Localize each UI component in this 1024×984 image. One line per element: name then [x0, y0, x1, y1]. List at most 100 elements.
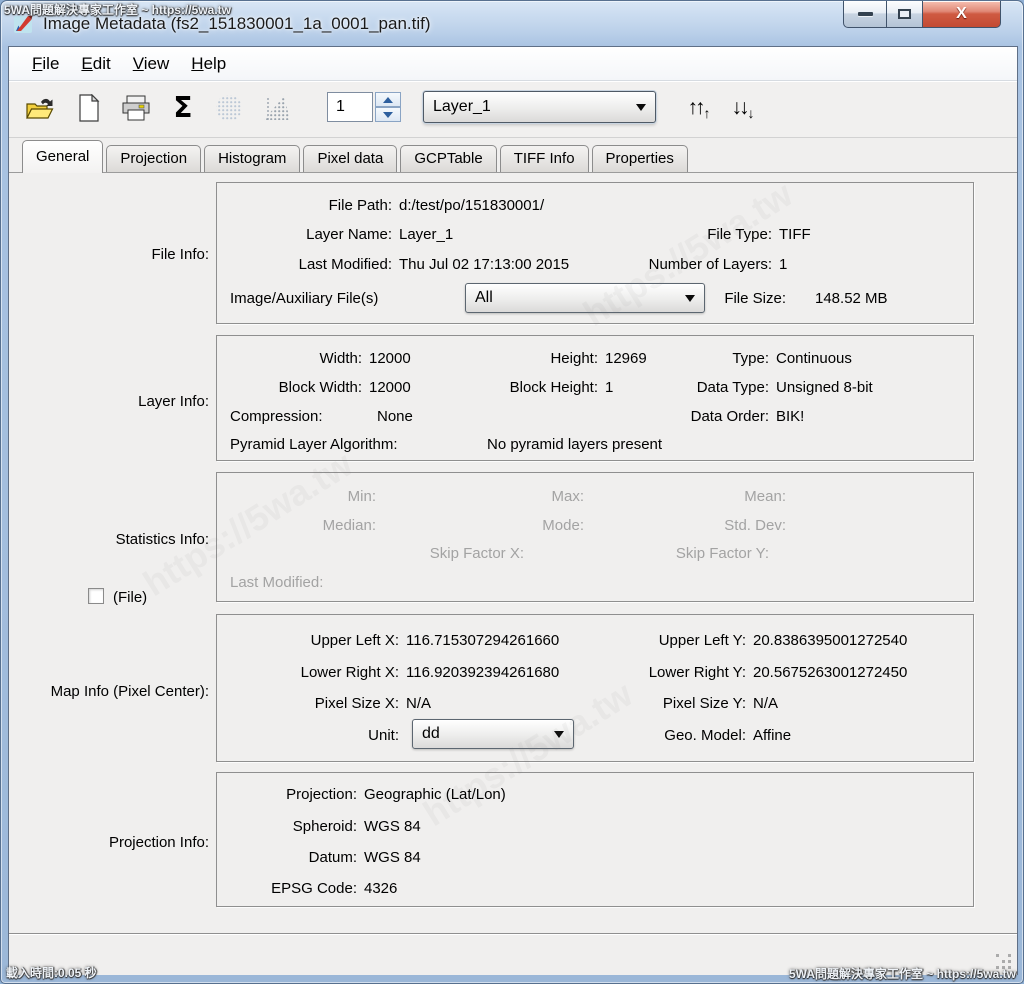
menu-bar: File Edit View Help: [9, 47, 1017, 81]
type-row: Type: Continuous: [732, 350, 852, 367]
pixel-size-y-row: Pixel Size Y: N/A: [662, 695, 779, 712]
spheroid-value: WGS 84: [364, 818, 421, 835]
layer-info-panel: Width: 12000 Height: 12969 Type: Continu…: [216, 335, 974, 461]
file-type-row: File Type: TIFF: [707, 226, 811, 243]
tab-histogram[interactable]: Histogram: [204, 145, 301, 172]
compression-label: Compression:: [230, 408, 323, 425]
aux-files-select[interactable]: All: [465, 283, 705, 313]
lower-right-x-value: 116.920392394261680: [406, 664, 560, 681]
geo-model-value: Affine: [753, 727, 792, 744]
upper-left-x-row: Upper Left X: 116.715307294261660: [310, 632, 560, 649]
layer-select[interactable]: Layer_1: [423, 91, 656, 123]
upper-left-y-row: Upper Left Y: 20.8386395001272540: [658, 632, 908, 649]
file-info-label: File Info:: [151, 246, 209, 263]
layer-select-value: Layer_1: [433, 98, 491, 115]
print-button[interactable]: [119, 93, 153, 123]
arrows-down-icon: ↓↓↓: [731, 95, 755, 121]
data-type-value: Unsigned 8-bit: [776, 379, 873, 396]
watermark-load-time: 載入時間:0.05 秒: [6, 966, 97, 980]
document-icon: [79, 94, 100, 122]
pyramid-label: Pyramid Layer Algorithm:: [230, 436, 398, 453]
chevron-down-icon: [636, 104, 646, 111]
layer-number-stepper: [375, 92, 401, 122]
layer-name-value: Layer_1: [399, 226, 454, 243]
width-row: Width: 12000: [319, 350, 411, 367]
spin-down-button[interactable]: [375, 107, 401, 122]
pixel-size-x-row: Pixel Size X: N/A: [314, 695, 432, 712]
maximize-icon: [898, 9, 911, 19]
caption-buttons: X: [843, 1, 1001, 28]
projection-value: Geographic (Lat/Lon): [364, 786, 506, 803]
tab-projection[interactable]: Projection: [106, 145, 202, 172]
upper-left-y-value: 20.8386395001272540: [753, 632, 908, 649]
projection-row: Projection: Geographic (Lat/Lon): [286, 786, 506, 803]
chevron-down-icon: [554, 731, 564, 738]
statistics-info-label: Statistics Info:: [115, 531, 209, 548]
datum-value: WGS 84: [364, 849, 421, 866]
tab-general[interactable]: General: [22, 140, 104, 173]
layer-number-input[interactable]: 1: [327, 92, 373, 122]
file-path-value: d:/test/po/151830001/: [399, 197, 545, 214]
data-type-row: Data Type: Unsigned 8-bit: [696, 379, 873, 396]
tab-strip: General Projection Histogram Pixel data …: [9, 139, 1017, 173]
sigma-icon: Σ: [173, 91, 193, 124]
compute-statistics-button[interactable]: Σ: [169, 92, 197, 124]
layer-name-row: Layer Name: Layer_1: [306, 226, 454, 243]
general-tab-pane: https://5wa.tw https://5wa.tw https://5w…: [9, 172, 1017, 932]
mode-row: Mode:: [542, 517, 584, 534]
menu-file[interactable]: File: [21, 52, 70, 76]
compression-value: None: [377, 408, 413, 425]
dotted-pyramid-icon: [264, 96, 290, 120]
spheroid-row: Spheroid: WGS 84: [292, 818, 421, 835]
menu-edit[interactable]: Edit: [70, 52, 121, 76]
median-row: Median:: [322, 517, 376, 534]
statistics-info-panel: Min: Max: Mean: Median: Mode: Std. Dev:: [216, 472, 974, 602]
histogram-button-disabled[interactable]: [213, 92, 245, 124]
height-value: 12969: [605, 350, 647, 367]
projection-info-label: Projection Info:: [108, 834, 209, 851]
tab-pixel-data[interactable]: Pixel data: [303, 145, 398, 172]
geo-model-row: Geo. Model: Affine: [664, 727, 792, 744]
close-icon: X: [956, 5, 967, 22]
arrows-up-icon: ↑↑↑: [687, 95, 711, 121]
aux-files-value: All: [475, 289, 493, 306]
dotted-sphere-icon: [216, 95, 242, 121]
printer-icon: [122, 95, 150, 120]
file-type-value: TIFF: [779, 226, 811, 243]
map-info-label: Map Info (Pixel Center):: [50, 683, 209, 700]
height-row: Height: 12969: [550, 350, 647, 367]
data-order-row: Data Order: BIK!: [690, 408, 805, 425]
menu-view[interactable]: View: [122, 52, 181, 76]
projection-info-panel: Projection: Geographic (Lat/Lon) Spheroi…: [216, 772, 974, 907]
pyramid-layers-button-disabled[interactable]: [261, 93, 293, 123]
chevron-down-icon: [685, 295, 695, 302]
block-width-value: 12000: [369, 379, 411, 396]
stats-last-modified-label: Last Modified:: [230, 574, 324, 591]
mean-row: Mean:: [744, 488, 786, 505]
window-frame: Image Metadata (fs2_151830001_1a_0001_pa…: [0, 0, 1024, 984]
unit-select[interactable]: dd: [412, 719, 574, 749]
move-layer-down-button[interactable]: ↓↓↓: [721, 90, 761, 124]
minimize-icon: [857, 12, 873, 16]
open-file-button[interactable]: [23, 94, 57, 124]
lower-right-y-row: Lower Right Y: 20.5675263001272450: [648, 664, 908, 681]
close-button[interactable]: X: [923, 1, 1001, 28]
file-checkbox-label: (File): [113, 589, 148, 606]
spin-up-button[interactable]: [375, 92, 401, 107]
menu-help[interactable]: Help: [180, 52, 237, 76]
minimize-button[interactable]: [843, 1, 887, 28]
number-of-layers-value: 1: [779, 256, 788, 273]
aux-files-label: Image/Auxiliary File(s): [230, 290, 379, 307]
unit-select-value: dd: [422, 725, 440, 742]
tab-properties[interactable]: Properties: [591, 145, 688, 172]
epsg-code-value: 4326: [364, 880, 398, 897]
tab-gcptable[interactable]: GCPTable: [400, 145, 497, 172]
move-layer-up-button[interactable]: ↑↑↑: [677, 90, 717, 124]
new-document-button[interactable]: [75, 92, 103, 124]
block-height-row: Block Height: 1: [509, 379, 614, 396]
maximize-button[interactable]: [887, 1, 923, 28]
file-info-panel: File Path: d:/test/po/151830001/ Layer N…: [216, 182, 974, 324]
file-statistics-checkbox[interactable]: [88, 588, 104, 604]
tab-tiff-info[interactable]: TIFF Info: [499, 145, 589, 172]
epsg-code-row: EPSG Code: 4326: [271, 880, 398, 897]
